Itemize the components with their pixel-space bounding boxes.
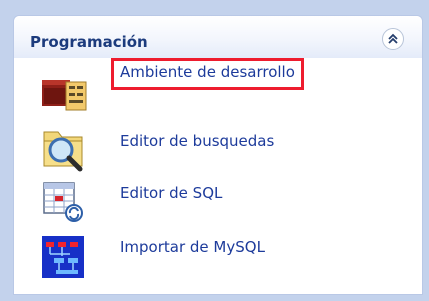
double-chevron-up-icon: [388, 33, 398, 48]
magnifier-folder-icon: [40, 124, 86, 172]
menu-item-editor-sql[interactable]: Editor de SQL: [14, 174, 422, 229]
panel-header[interactable]: Programación: [14, 16, 422, 58]
menu-item-importar-mysql[interactable]: Importar de MySQL: [14, 230, 422, 285]
menu-item-label[interactable]: Editor de busquedas: [120, 132, 274, 150]
menu-item-label[interactable]: Importar de MySQL: [120, 238, 265, 256]
programacion-panel: Programación Ambiente de desarrollo Edit…: [13, 15, 423, 295]
menu-item-label[interactable]: Ambiente de desarrollo: [111, 58, 304, 90]
import-diagram-icon: [40, 234, 86, 280]
sql-table-icon: [40, 179, 86, 225]
panel-title: Programación: [30, 33, 148, 51]
menu-item-ambiente-desarrollo[interactable]: Ambiente de desarrollo: [14, 58, 422, 116]
menu-item-editor-busquedas[interactable]: Editor de busquedas: [14, 120, 422, 175]
menu-item-label[interactable]: Editor de SQL: [120, 184, 222, 202]
folder-cabinet-icon: [40, 70, 87, 116]
collapse-button[interactable]: [382, 28, 404, 50]
